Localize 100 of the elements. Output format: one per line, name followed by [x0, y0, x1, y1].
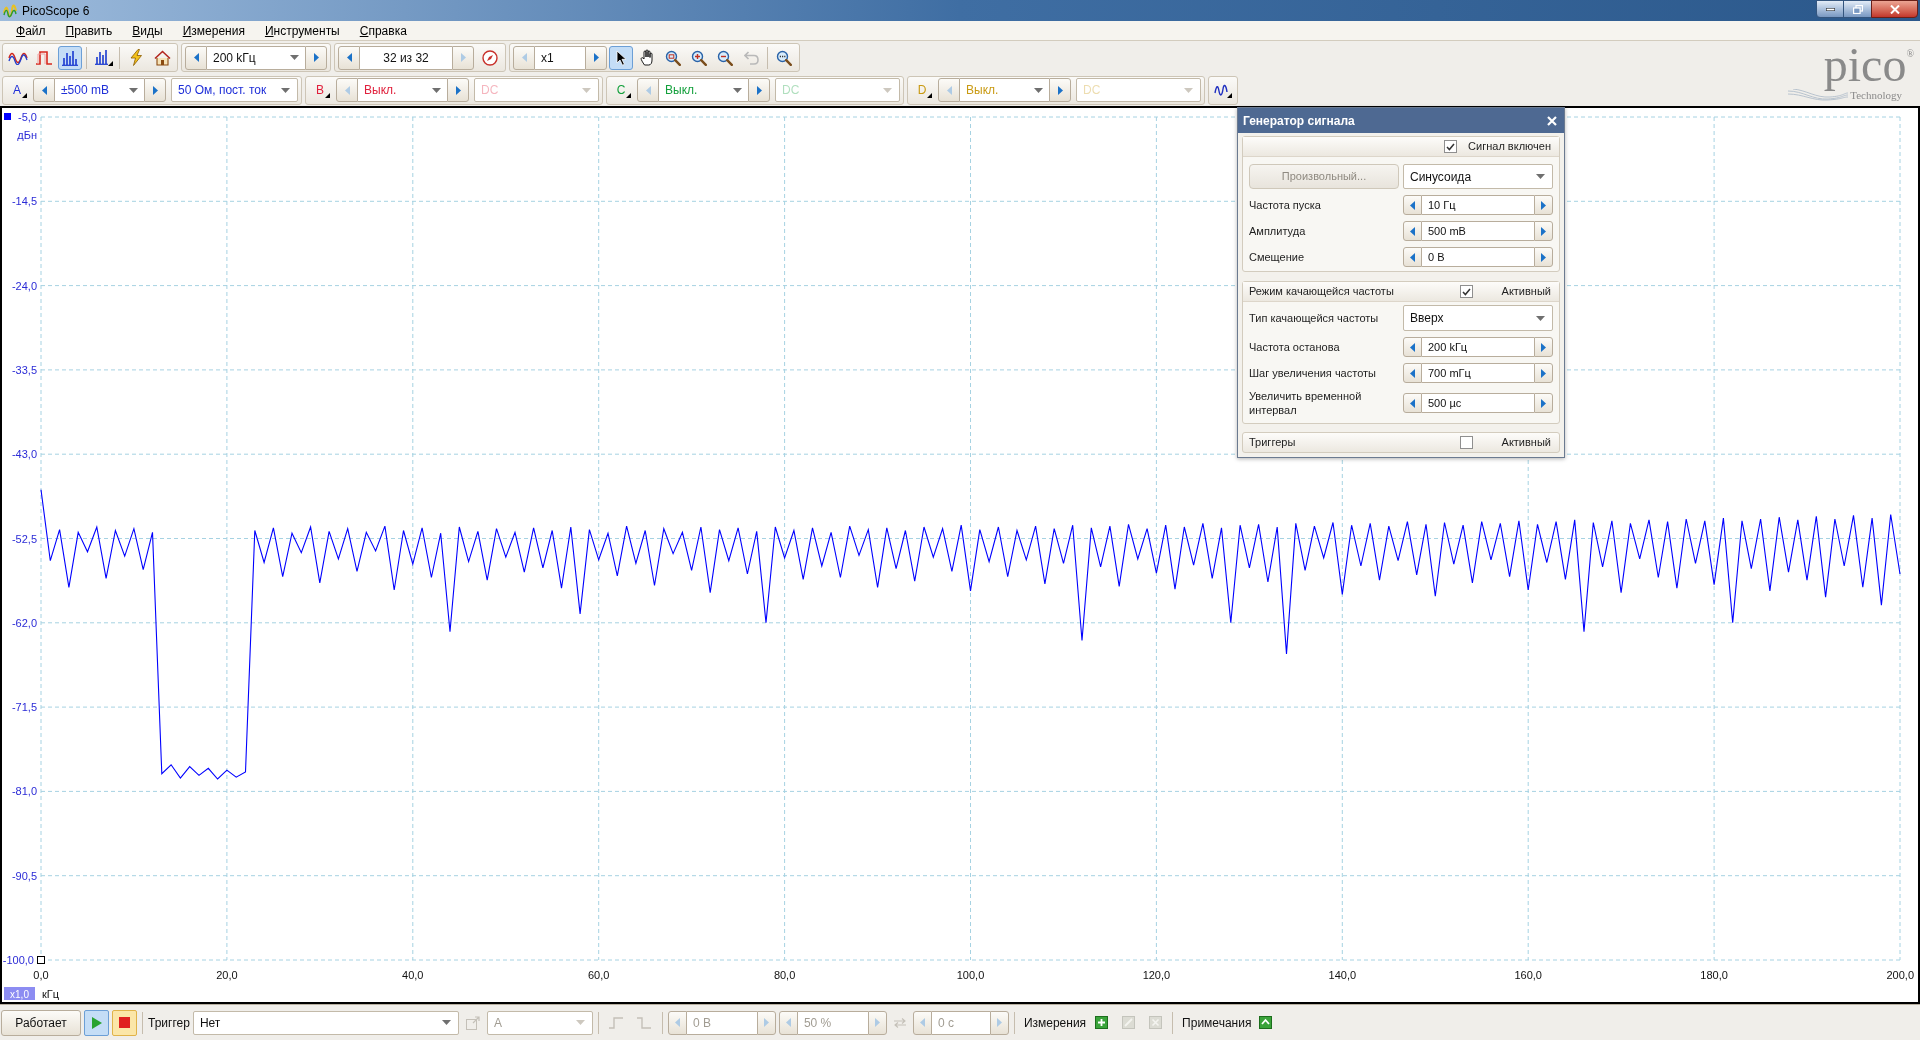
timebase-dropdown[interactable]: 200 kГц — [207, 45, 305, 70]
menu-item[interactable]: Файл — [15, 21, 47, 40]
menu-item[interactable]: Измерения — [181, 21, 246, 40]
buffer-field[interactable]: 32 из 32 — [360, 45, 452, 70]
stop-icon — [119, 1017, 130, 1028]
maximize-button[interactable] — [1844, 0, 1871, 18]
range-dropdown[interactable]: Выкл. — [659, 78, 748, 102]
triangle-left-icon — [645, 85, 651, 95]
run-status-button[interactable]: Работает — [1, 1009, 81, 1036]
coupling-dropdown[interactable]: 50 Ом, пост. ток — [171, 78, 298, 102]
corner-triangle-icon — [22, 93, 27, 98]
next-button[interactable] — [1534, 195, 1553, 215]
value-field[interactable]: 10 Гц — [1422, 195, 1534, 215]
minimize-button[interactable] — [1816, 0, 1844, 18]
triangle-right-icon — [455, 85, 461, 95]
next-button[interactable] — [447, 78, 469, 102]
sweep-type-dropdown[interactable]: Вверх — [1403, 305, 1553, 331]
spectrum-mode-button[interactable] — [58, 45, 82, 70]
next-button[interactable] — [1534, 393, 1553, 413]
arrow-square-icon — [1258, 1016, 1272, 1029]
field-label: Увеличить временной интервал — [1249, 389, 1363, 417]
notes-label: Примечания — [1182, 1014, 1252, 1032]
value-field[interactable]: 700 mГц — [1422, 363, 1534, 383]
channel-button[interactable]: B — [309, 78, 331, 102]
previous-button[interactable] — [33, 78, 55, 102]
section-title: Триггеры — [1249, 435, 1297, 451]
cursor-icon — [615, 49, 627, 66]
channel-marker-icon — [4, 113, 11, 120]
caret-icon — [582, 87, 591, 93]
previous-button[interactable] — [1403, 195, 1422, 215]
x-axis-label: 180,0 — [1700, 969, 1728, 981]
plus-square-icon — [1094, 1016, 1108, 1029]
x-axis-label: 20,0 — [216, 969, 238, 981]
registered-mark: ® — [1906, 49, 1914, 59]
checkbox[interactable] — [1444, 140, 1458, 153]
trigger-label: Триггер — [148, 1014, 190, 1032]
menu-item[interactable]: Инструменты — [263, 21, 341, 40]
menu-item[interactable]: Править — [64, 21, 114, 40]
waveform-dropdown[interactable]: Синусоида — [1403, 164, 1553, 189]
previous-button[interactable] — [1403, 221, 1422, 241]
next-button[interactable] — [748, 78, 770, 102]
double-arrow-icon — [892, 1017, 907, 1028]
previous-button[interactable] — [185, 45, 207, 70]
trigger-mode-dropdown[interactable]: Нет — [192, 1010, 459, 1035]
triangle-left-icon — [1410, 342, 1415, 352]
next-button[interactable] — [585, 45, 607, 70]
previous-button[interactable] — [1403, 393, 1422, 413]
next-button[interactable] — [1534, 247, 1553, 267]
checkmark-icon — [1446, 142, 1456, 151]
x-axis-label: 120,0 — [1142, 969, 1171, 981]
range-dropdown[interactable]: Выкл. — [358, 78, 447, 102]
close-button[interactable] — [1871, 0, 1918, 18]
zoom-field[interactable]: x1 — [535, 45, 585, 70]
checkbox[interactable] — [1459, 436, 1473, 449]
next-button[interactable] — [144, 78, 166, 102]
triangle-left-icon — [674, 1018, 680, 1027]
checkbox-label: Активный — [1501, 435, 1551, 451]
previous-button[interactable] — [338, 45, 360, 70]
value-field[interactable]: 500 mВ — [1422, 221, 1534, 241]
triangle-right-icon — [152, 85, 158, 95]
caret-icon — [883, 87, 892, 93]
y-axis-label: -52,5 — [11, 532, 37, 545]
checkbox[interactable] — [1459, 285, 1473, 298]
section-title: Режим качающейся частоты — [1249, 284, 1395, 300]
value-field[interactable]: 500 µс — [1422, 393, 1534, 413]
triangle-left-icon — [193, 53, 199, 62]
stop-button[interactable] — [112, 1009, 137, 1036]
value-field[interactable]: 200 kГц — [1422, 337, 1534, 357]
channel-button[interactable]: A — [6, 78, 28, 102]
axis-handle-icon — [37, 956, 45, 964]
y-axis-label: -33,5 — [11, 363, 37, 376]
minimize-icon — [1825, 7, 1835, 11]
triangle-right-icon — [1541, 398, 1546, 408]
triangle-left-icon — [919, 1018, 925, 1027]
previous-button[interactable] — [1403, 363, 1422, 383]
triangle-right-icon — [1541, 368, 1546, 378]
triangle-left-icon — [521, 53, 527, 62]
triangle-left-icon — [1410, 398, 1415, 408]
value-field[interactable]: 0 В — [1422, 247, 1534, 267]
wave-icon — [1214, 82, 1232, 98]
checkbox-label: Сигнал включен — [1468, 139, 1551, 155]
triangle-left-icon — [344, 85, 350, 95]
menu-item[interactable]: Виды — [131, 21, 164, 40]
next-button[interactable] — [1534, 337, 1553, 357]
caret-icon — [1184, 87, 1193, 93]
next-button[interactable] — [1534, 221, 1553, 241]
caret-icon — [1536, 315, 1545, 321]
previous-button[interactable] — [1403, 247, 1422, 267]
next-button[interactable] — [1049, 78, 1071, 102]
range-dropdown[interactable]: ±500 mВ — [55, 78, 144, 102]
next-button[interactable] — [1534, 363, 1553, 383]
x-axis-label: 140,0 — [1328, 969, 1357, 981]
menu-item[interactable]: Справка — [358, 21, 408, 40]
pointer-tool-button[interactable] — [609, 45, 633, 70]
zoom-out-icon — [717, 49, 733, 66]
run-button[interactable] — [84, 1009, 109, 1036]
previous-button[interactable] — [1403, 337, 1422, 357]
triangle-left-icon — [346, 53, 352, 62]
next-button[interactable] — [305, 45, 327, 70]
y-axis-label: -62,0 — [11, 616, 37, 629]
